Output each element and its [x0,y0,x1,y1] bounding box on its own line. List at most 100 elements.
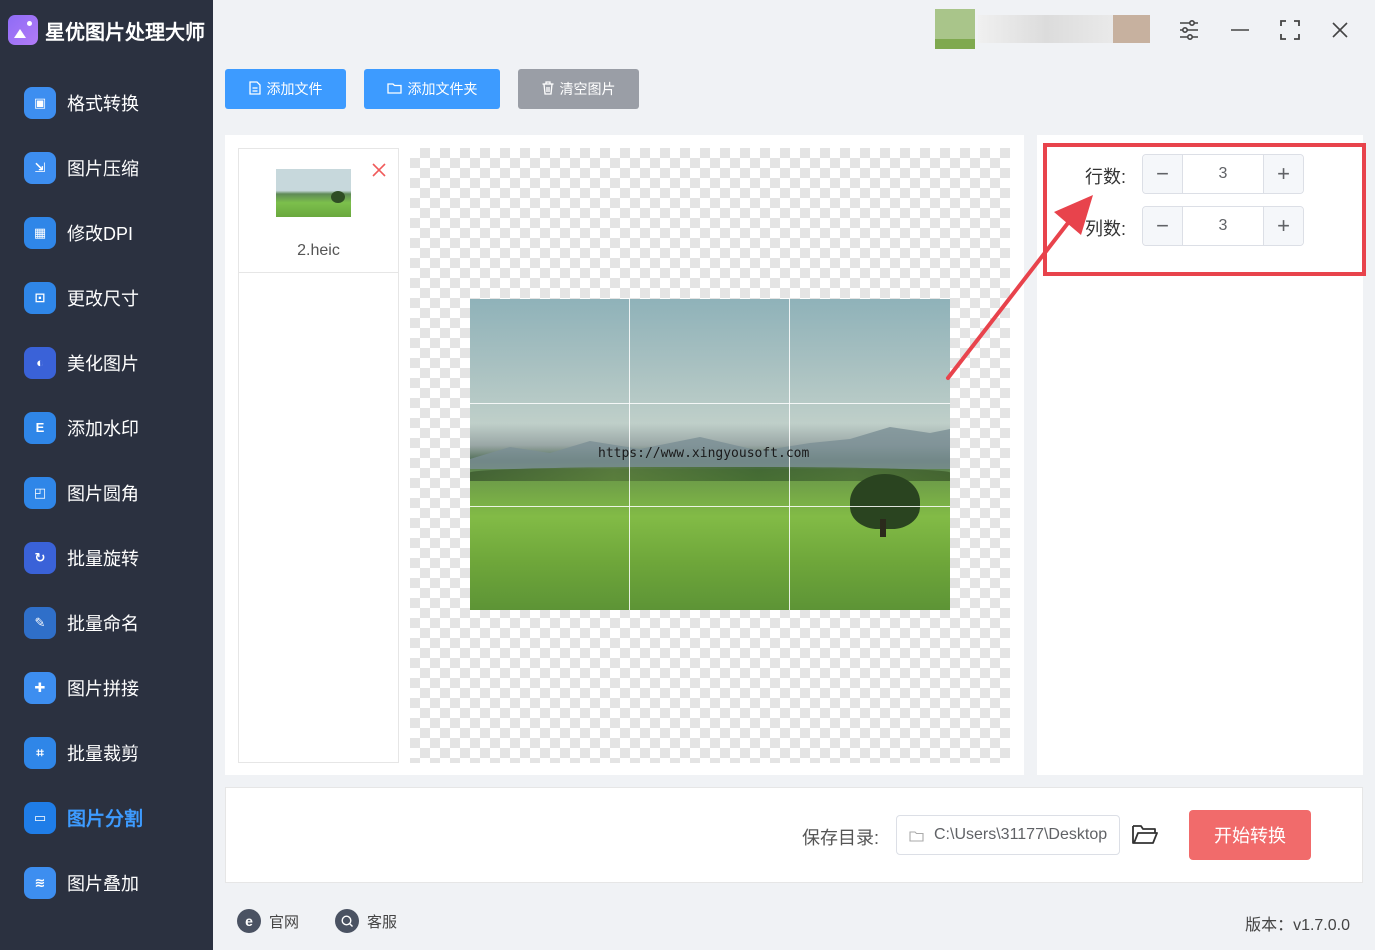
rotate-icon: ↻ [24,541,56,574]
sidebar-item[interactable]: ↻ 批量旋转 [0,525,213,590]
sidebar-item[interactable]: ✎ 批量命名 [0,590,213,655]
sidebar-item[interactable]: ⊡ 更改尺寸 [0,265,213,330]
sidebar-item-label: 图片叠加 [67,873,139,894]
sidebar: 星优图片处理大师 ▣ 格式转换 ⇲ 图片压缩 ▦ 修改DPI ⊡ 更改尺寸 ◐ 美化图片 E 添加水印… [0,0,213,950]
sidebar-item[interactable]: ◰ 图片圆角 [0,460,213,525]
add-file-button[interactable]: 添加文件 [225,69,346,109]
columns-input[interactable] [1183,207,1263,245]
close-icon[interactable] [1324,14,1356,46]
sidebar-item[interactable]: ▣ 格式转换 [0,70,213,135]
clear-images-button[interactable]: 清空图片 [518,69,639,109]
watermark-icon: E [24,411,56,444]
minimize-icon[interactable] [1224,14,1256,46]
top-bar: 添加文件 添加文件夹 清空图片 [213,0,1375,123]
folder-icon [386,81,402,97]
sidebar-item-label: 格式转换 [67,93,139,114]
list-item[interactable]: 2.heic [239,149,398,273]
columns-setting: 列数: − + [1037,206,1363,246]
official-site-link[interactable]: e 官网 [237,909,299,933]
compress-icon: ⇲ [24,151,56,184]
sidebar-item-label: 图片拼接 [67,678,139,699]
add-file-label: 添加文件 [266,81,323,97]
app-title: 星优图片处理大师 [45,21,205,44]
folder-outline-icon [909,829,924,842]
add-folder-label: 添加文件夹 [407,81,478,97]
sidebar-item-label: 更改尺寸 [67,288,139,309]
browse-folder-icon[interactable] [1131,821,1159,847]
save-directory-label: 保存目录: [802,828,880,848]
rows-input[interactable] [1183,155,1263,193]
save-path-value: C:\Users\31177\Desktop [934,826,1108,843]
browser-e-icon: e [237,909,261,933]
settings-sliders-icon[interactable] [1173,14,1205,46]
sidebar-item-label: 图片压缩 [67,158,139,179]
sidebar-item-label: 批量命名 [67,613,139,634]
trash-icon [542,80,554,98]
rows-increment-button[interactable]: + [1263,155,1303,193]
dpi-icon: ▦ [24,216,56,249]
rows-setting: 行数: − + [1037,154,1363,194]
watermark-text: https://www.xingyousoft.com [598,446,810,461]
official-site-label: 官网 [269,913,300,931]
sidebar-item[interactable]: ▭ 图片分割 [0,785,213,850]
sidebar-item-label: 美化图片 [67,353,139,374]
save-path-field[interactable]: C:\Users\31177\Desktop [896,815,1120,855]
file-list: 2.heic [238,148,399,763]
sidebar-item-label: 批量裁剪 [67,743,139,764]
sidebar-item-label: 图片圆角 [67,483,139,504]
crop-icon: ⌗ [24,736,56,769]
user-avatar[interactable] [935,9,975,49]
user-badge-blurred [1113,15,1150,43]
sidebar-item-label: 修改DPI [67,223,134,244]
sidebar-item[interactable]: ≋ 图片叠加 [0,850,213,915]
workspace-panel: 2.heic https://www.xingyousoft.com [225,135,1024,775]
columns-decrement-button[interactable]: − [1143,207,1183,245]
app-header: 星优图片处理大师 [8,14,205,46]
file-icon [248,80,261,98]
sidebar-item[interactable]: ⌗ 批量裁剪 [0,720,213,785]
rename-icon: ✎ [24,606,56,639]
columns-label: 列数: [1085,219,1127,239]
image-convert-icon: ▣ [24,86,56,119]
columns-increment-button[interactable]: + [1263,207,1303,245]
split-settings-panel: 行数: − + 列数: − + [1037,135,1363,775]
sidebar-nav: ▣ 格式转换 ⇲ 图片压缩 ▦ 修改DPI ⊡ 更改尺寸 ◐ 美化图片 E 添加水印 ◰ 图片圆角 ↻ 批量旋… [0,70,213,915]
maximize-icon[interactable] [1274,14,1306,46]
file-thumbnail [276,169,351,217]
app-logo-icon [8,15,38,45]
start-convert-button[interactable]: 开始转换 [1189,810,1311,860]
rows-decrement-button[interactable]: − [1143,155,1183,193]
mountain-range [470,427,950,469]
split-line-horizontal [470,506,950,507]
puzzle-icon: ✚ [24,671,56,704]
sidebar-item[interactable]: ▦ 修改DPI [0,200,213,265]
user-name-blurred [978,15,1115,43]
sidebar-item[interactable]: E 添加水印 [0,395,213,460]
sidebar-item[interactable]: ✚ 图片拼接 [0,655,213,720]
sidebar-item-label: 批量旋转 [67,548,139,569]
clear-images-label: 清空图片 [559,81,616,97]
customer-service-link[interactable]: 客服 [335,909,397,933]
columns-stepper: − + [1142,206,1304,246]
sidebar-item-label: 图片分割 [67,809,144,830]
preview-canvas: https://www.xingyousoft.com [410,148,1010,763]
version-text: 版本：v1.7.0.0 [1245,917,1350,934]
sidebar-item[interactable]: ⇲ 图片压缩 [0,135,213,200]
tree-trunk [880,519,886,537]
beautify-icon: ◐ [24,346,56,379]
chat-bubble-icon [335,909,359,933]
sidebar-item-label: 添加水印 [67,418,139,439]
customer-service-label: 客服 [367,913,398,931]
remove-file-icon[interactable] [370,161,388,179]
output-panel: 保存目录: C:\Users\31177\Desktop 开始转换 [225,787,1363,883]
preview-image: https://www.xingyousoft.com [470,299,950,610]
sidebar-item[interactable]: ◐ 美化图片 [0,330,213,395]
round-corner-icon: ◰ [24,476,56,509]
split-icon: ▭ [24,801,56,834]
footer: e 官网 客服 版本：v1.7.0.0 [213,893,1375,950]
rows-stepper: − + [1142,154,1304,194]
rows-label: 行数: [1085,167,1127,187]
add-folder-button[interactable]: 添加文件夹 [364,69,500,109]
resize-icon: ⊡ [24,281,56,314]
split-line-horizontal [470,403,950,404]
